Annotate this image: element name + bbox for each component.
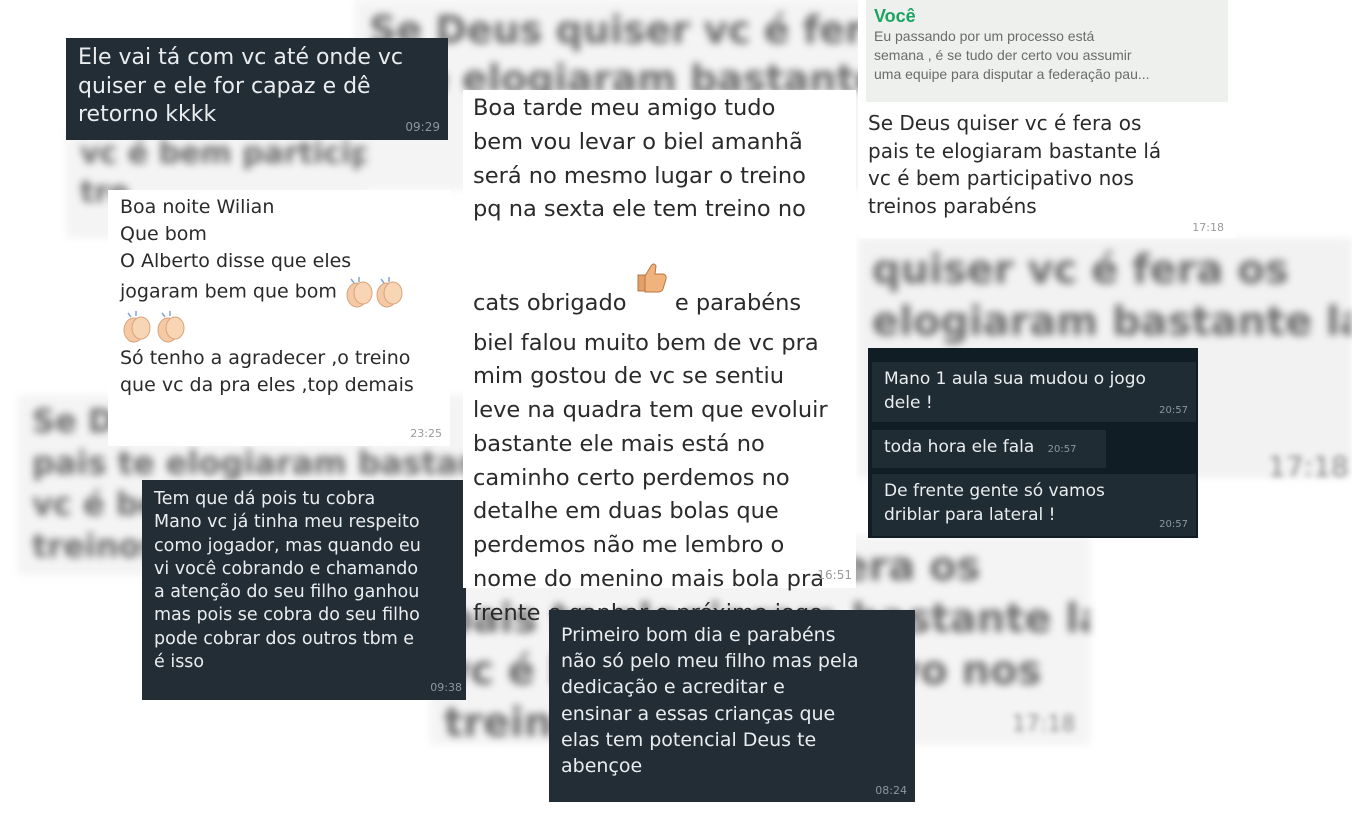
message-bubble: toda hora ele fala 20:57 <box>872 430 1106 468</box>
blur-timestamp: 17:18 <box>1012 712 1076 737</box>
message-text: Mano 1 aula sua mudou o jogo dele ! <box>884 369 1146 413</box>
message-bubble: Boa tarde meu amigo tudo bem vou levar o… <box>463 90 856 626</box>
message-timestamp: 09:38 <box>430 681 462 695</box>
message-bubble: Tem que dá pois tu cobra Mano vc já tinh… <box>142 480 466 700</box>
message-bubble: Boa noite Wilian Que bom O Alberto disse… <box>108 190 450 446</box>
message-timestamp: 23:25 <box>410 427 442 441</box>
message-timestamp: 09:29 <box>405 120 440 135</box>
message-text: Boa noite Wilian Que bom O Alberto disse… <box>120 196 352 272</box>
message-bubble: Primeiro bom dia e parabéns não só pelo … <box>549 610 915 802</box>
message-text: jogaram bem que bom <box>120 280 337 303</box>
message-timestamp: 08:24 <box>875 783 907 797</box>
quote-author: Você <box>874 6 916 26</box>
message-text: Se Deus quiser vc é fera os pais te elog… <box>868 111 1162 218</box>
clapping-hands-icon <box>343 275 407 309</box>
message-line-with-emoji: jogaram bem que bom <box>120 275 438 309</box>
message-text-part: e parabéns <box>674 289 802 316</box>
thumbs-up-icon <box>634 227 668 327</box>
message-text: Primeiro bom dia e parabéns não só pelo … <box>561 624 859 778</box>
message-text: Ele vai tá com vc até onde vc quiser e e… <box>78 45 403 128</box>
message-text: De frente gente só vamos driblar para la… <box>884 481 1105 525</box>
message-text: Só tenho a agradecer ,o treino que vc da… <box>120 346 414 396</box>
emoji-row <box>120 309 438 345</box>
blur-text-line: elogiaram bastante lá <box>872 299 1352 345</box>
message-timestamp: 16:51 <box>817 568 852 582</box>
message-timestamp: 17:18 <box>1192 221 1224 234</box>
message-timestamp: 20:57 <box>1159 405 1188 416</box>
message-timestamp: 20:57 <box>1159 519 1188 530</box>
message-bubble: Ele vai tá com vc até onde vc quiser e e… <box>66 38 448 140</box>
quote-text: Eu passando por um processo está semana … <box>874 28 1150 82</box>
message-bubble: Você Eu passando por um processo está se… <box>858 0 1236 238</box>
blur-text-line: quiser vc é fera os <box>872 247 1289 293</box>
blur-timestamp: 17:18 <box>1268 450 1349 483</box>
message-bubble: Mano 1 aula sua mudou o jogo dele ! 20:5… <box>872 362 1196 422</box>
message-text: Tem que dá pois tu cobra Mano vc já tinh… <box>154 489 421 672</box>
message-text: Boa tarde meu amigo tudo bem vou levar o… <box>473 92 844 327</box>
quoted-reply[interactable]: Você Eu passando por um processo está se… <box>866 0 1228 102</box>
clapping-hands-icon <box>120 309 192 345</box>
message-bubble: De frente gente só vamos driblar para la… <box>872 474 1196 536</box>
message-timestamp: 20:57 <box>1047 444 1077 455</box>
blur-text-line: pais te elogiaram bastante l <box>32 443 478 482</box>
message-text: toda hora ele fala <box>884 437 1035 457</box>
message-text: biel falou muito bem de vc pra mim gosto… <box>473 329 828 626</box>
